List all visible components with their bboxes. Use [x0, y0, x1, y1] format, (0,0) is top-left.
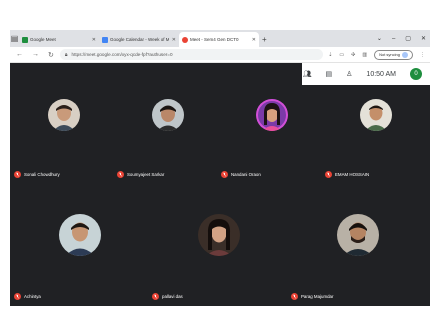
tab-close-icon[interactable]: ✕ — [252, 37, 256, 43]
minimize-icon[interactable]: – — [392, 36, 395, 42]
clock: 10:50 AM — [366, 70, 396, 78]
participant-avatar — [152, 99, 184, 131]
mic-off-icon — [152, 293, 159, 300]
participant-name-tag: Achintya — [14, 293, 41, 300]
participant-avatar — [59, 214, 101, 256]
maximize-icon[interactable]: ▢ — [405, 35, 411, 42]
download-icon[interactable]: ⇣ — [328, 52, 332, 58]
participant-name: EMAM HOSSAIN — [335, 172, 370, 177]
new-tab-icon[interactable]: + — [262, 32, 267, 47]
tab-meet-active[interactable]: Meet - Sem4 Gen DCT0 ✕ — [179, 32, 259, 47]
tab-label: Meet - Sem4 Gen DCT0 — [190, 37, 239, 42]
participant-name: pallavi das — [162, 294, 183, 299]
people-icon[interactable]: 👥︎ — [303, 70, 312, 78]
participant-name: Achintya — [24, 294, 41, 299]
browser-tab-strip: ▤ Google Meet ✕ Google Calendar - Week o… — [10, 30, 430, 47]
sidebar-icon[interactable]: ▥ — [362, 52, 367, 58]
url-field[interactable]: 🔒︎ https://meet.google.com/xyx-qcde-fpf?… — [59, 49, 324, 60]
profile-avatar — [402, 51, 408, 58]
chat-icon[interactable]: ▤ — [326, 70, 333, 78]
meet-favicon-icon — [22, 36, 28, 43]
participant-name-tag: Nandani Oraon — [221, 171, 261, 178]
participant-avatar — [48, 99, 80, 131]
window-controls: ⌄ – ▢ ✕ — [377, 30, 430, 47]
tab-google-calendar[interactable]: Google Calendar - Week of Mo ✕ — [99, 32, 179, 47]
participant-name-tag: Soumyajeet Sarkar — [117, 171, 164, 178]
extensions-icon[interactable]: ✣ — [351, 52, 355, 58]
navigation-buttons: ← → ↻ — [10, 51, 60, 59]
meet-grid: 👥︎ ▤ ♙ 10:50 AM 0 Sonali Chowdhury Soumy… — [10, 63, 430, 306]
tab-close-icon[interactable]: ✕ — [92, 37, 96, 43]
more-menu-icon[interactable]: ⋮ — [420, 52, 425, 58]
tab-close-icon[interactable]: ✕ — [172, 37, 176, 43]
mic-off-icon — [325, 171, 332, 178]
address-bar: ← → ↻ 🔒︎ https://meet.google.com/xyx-qcd… — [10, 47, 430, 63]
calendar-favicon-icon — [102, 36, 108, 43]
participant-name: Parag Majumdar — [301, 294, 334, 299]
sync-label: Not syncing — [379, 52, 400, 57]
self-avatar[interactable]: 0 — [410, 68, 422, 80]
participant-avatar — [337, 214, 379, 256]
tab-google-meet[interactable]: Google Meet ✕ — [19, 32, 99, 47]
meet-top-bar: 👥︎ ▤ ♙ 10:50 AM 0 — [302, 63, 430, 85]
cast-icon[interactable]: ▭ — [339, 52, 344, 58]
mic-off-icon — [14, 293, 21, 300]
lock-icon[interactable]: 🔒︎ — [65, 52, 68, 58]
mic-off-icon — [14, 171, 21, 178]
mic-off-icon — [291, 293, 298, 300]
tab-label: Google Meet — [30, 37, 56, 42]
window-menu-icon[interactable]: ▤ — [10, 30, 19, 47]
profile-sync-button[interactable]: Not syncing — [374, 49, 413, 60]
recording-favicon-icon — [182, 36, 188, 43]
chevron-down-icon[interactable]: ⌄ — [377, 35, 382, 42]
mic-off-icon — [221, 171, 228, 178]
participant-name-tag: pallavi das — [152, 293, 183, 300]
activities-icon[interactable]: ♙ — [346, 70, 352, 78]
participant-avatar — [256, 99, 288, 131]
participant-name: Sonali Chowdhury — [24, 172, 60, 177]
mic-off-icon — [117, 171, 124, 178]
participant-avatar — [198, 214, 240, 256]
participant-name-tag: EMAM HOSSAIN — [325, 171, 369, 178]
participant-name: Soumyajeet Sarkar — [127, 172, 165, 177]
tab-label: Google Calendar - Week of Mo — [110, 37, 169, 42]
participant-name-tag: Sonali Chowdhury — [14, 171, 60, 178]
participant-name-tag: Parag Majumdar — [291, 293, 333, 300]
url-text: https://meet.google.com/xyx-qcde-fpf?aut… — [71, 52, 173, 57]
forward-icon[interactable]: → — [32, 51, 39, 59]
reload-icon[interactable]: ↻ — [48, 51, 54, 59]
participant-avatar — [360, 99, 392, 131]
close-window-icon[interactable]: ✕ — [421, 35, 426, 42]
participant-name: Nandani Oraon — [231, 172, 261, 177]
back-icon[interactable]: ← — [16, 51, 23, 59]
browser-toolbar: ⇣ ▭ ✣ ▥ Not syncing ⋮ — [323, 49, 430, 60]
